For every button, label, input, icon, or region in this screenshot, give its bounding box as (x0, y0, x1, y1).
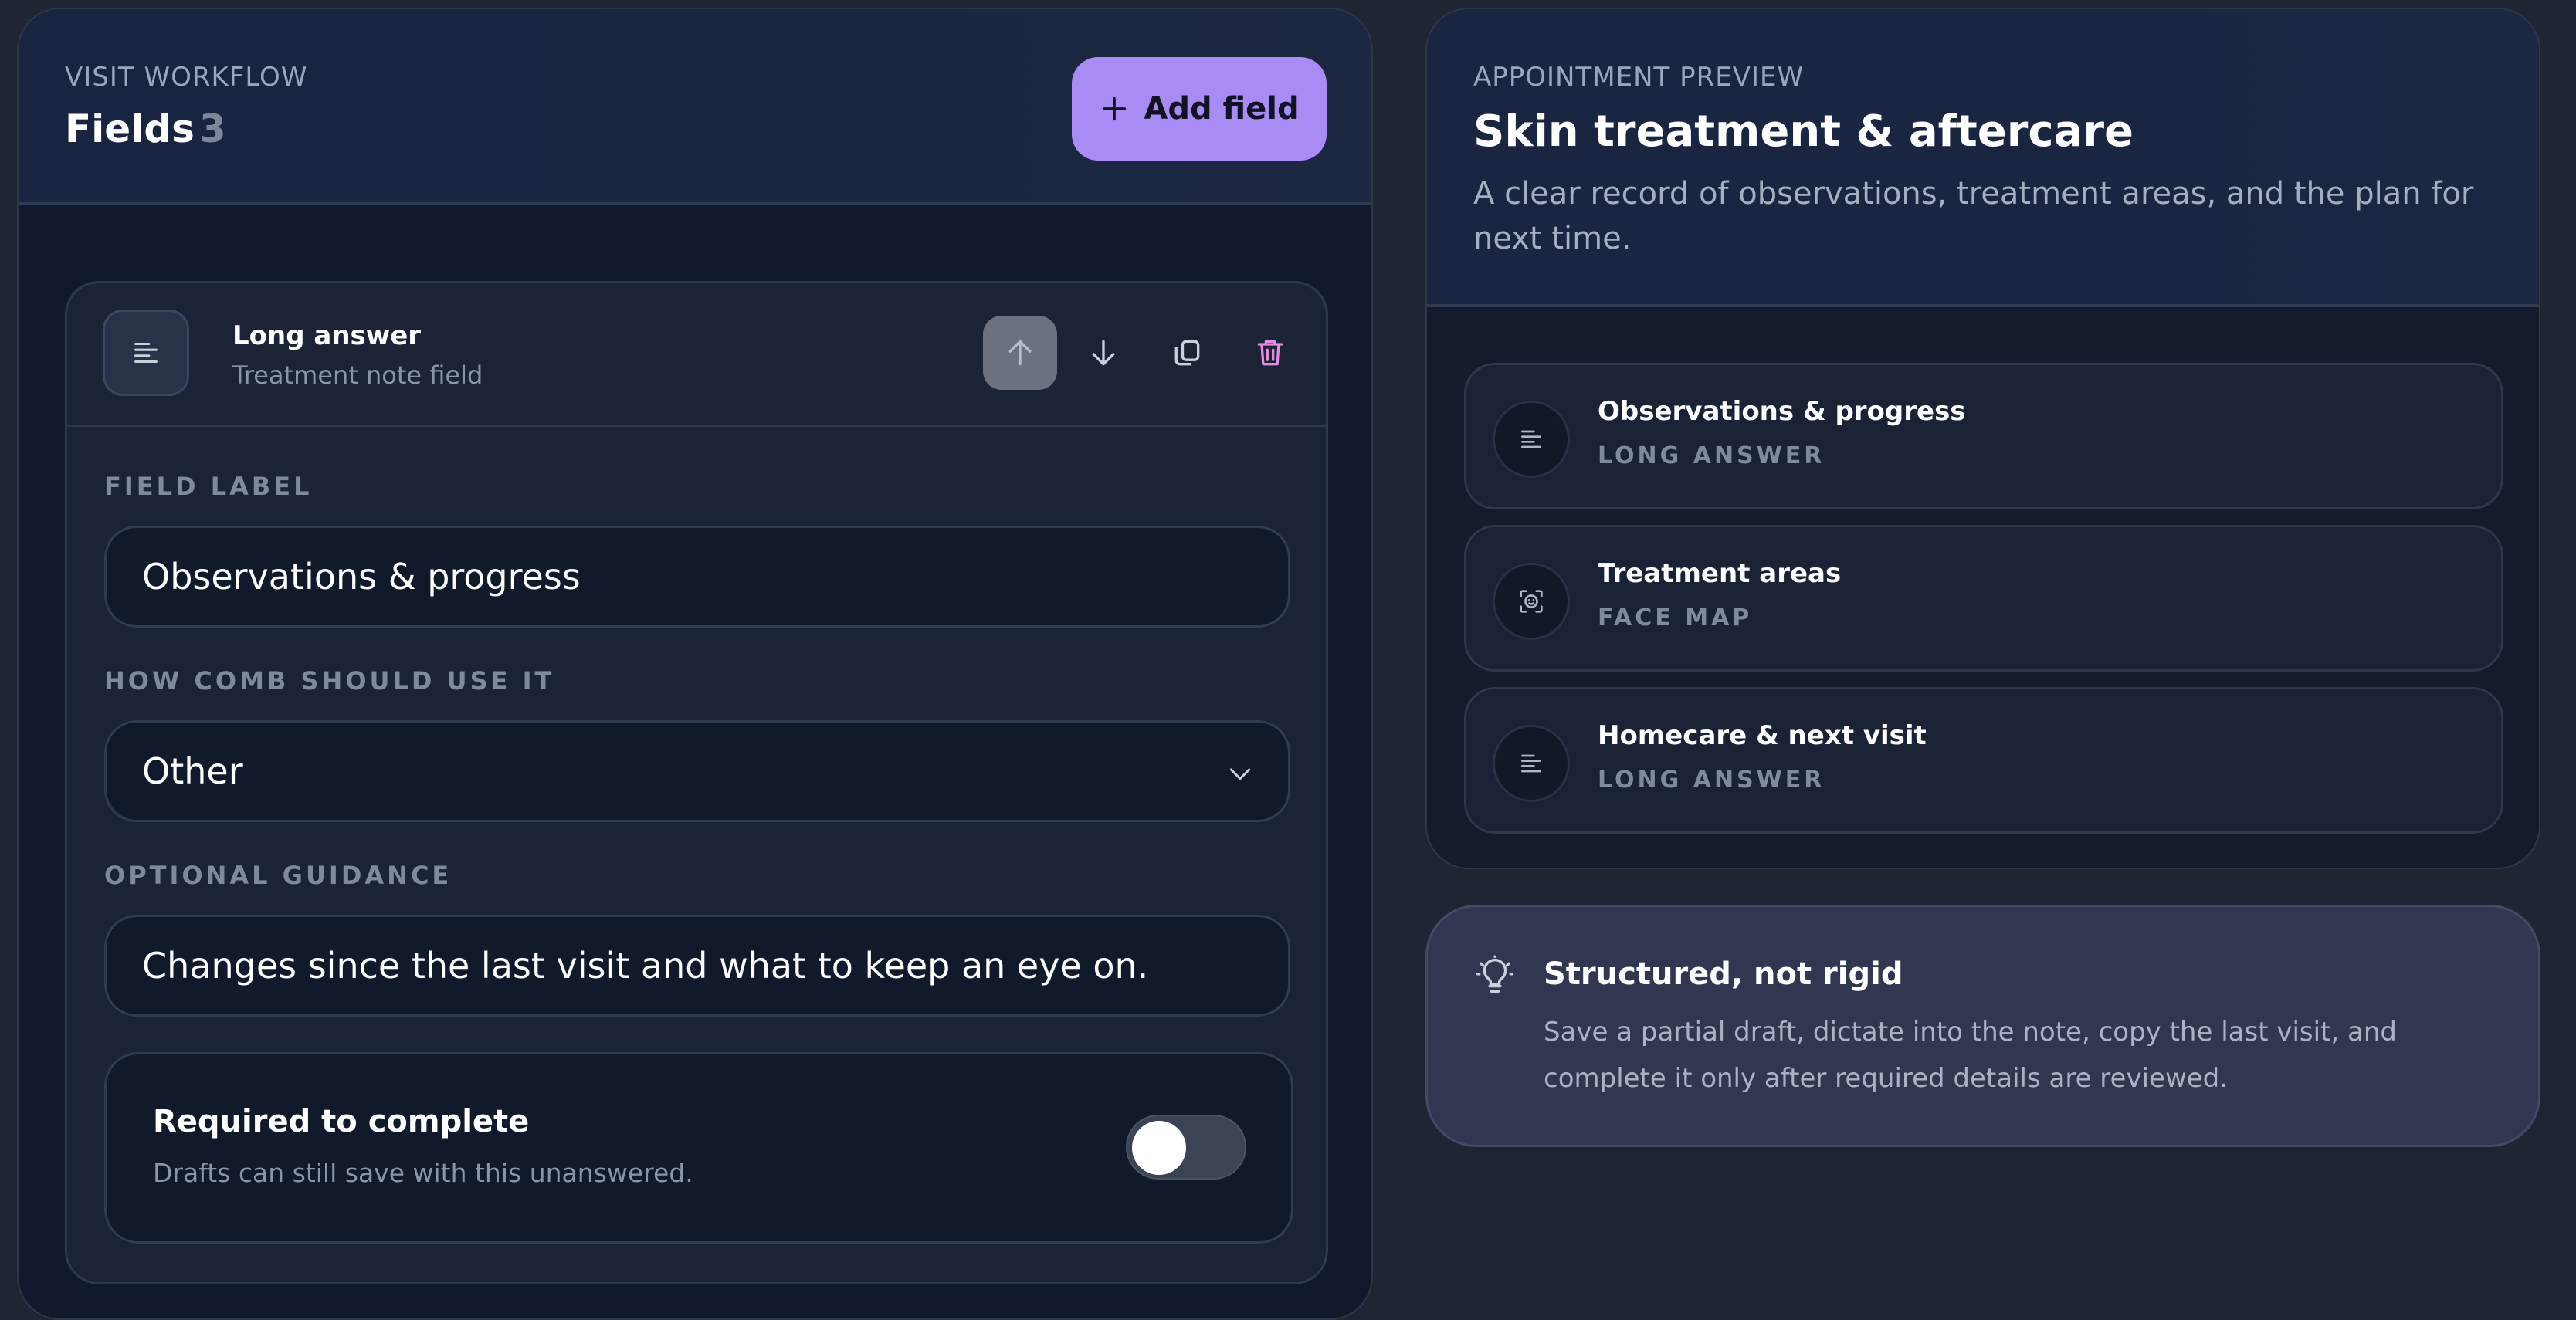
add-field-label: Add field (1144, 91, 1300, 127)
long-answer-type-icon (103, 310, 189, 396)
appointment-preview-panel: APPOINTMENT PREVIEW Skin treatment & aft… (1425, 8, 2540, 869)
required-subtitle: Drafts can still save with this unanswer… (153, 1158, 693, 1188)
preview-item-title: Homecare & next visit (1598, 720, 1927, 751)
field-type-subtitle: Treatment note field (232, 360, 483, 390)
fields-header: VISIT WORKFLOW Fields 3 Add field (19, 9, 1371, 205)
plus-icon (1103, 96, 1127, 121)
field-editor-card: Long answer Treatment note field FIELD L… (65, 281, 1328, 1284)
field-label-caption: FIELD LABEL (104, 472, 313, 501)
fields-title: Fields 3 (65, 107, 226, 151)
move-up-button[interactable] (983, 316, 1057, 390)
move-down-button[interactable] (1066, 316, 1141, 390)
text-lines-icon (134, 342, 158, 364)
preview-item-title: Treatment areas (1598, 558, 1842, 589)
preview-header: APPOINTMENT PREVIEW Skin treatment & aft… (1427, 9, 2539, 307)
arrow-down-icon (1092, 340, 1115, 366)
preview-description: A clear record of observations, treatmen… (1473, 176, 2474, 256)
field-label-input[interactable]: Observations & progress (104, 526, 1290, 628)
preview-item-icon (1493, 563, 1570, 640)
tip-title: Structured, not rigid (1544, 956, 1903, 992)
preview-item-type: LONG ANSWER (1598, 767, 1825, 794)
tip-card: Structured, not rigid Save a partial dra… (1425, 905, 2540, 1147)
guidance-value: Changes since the last visit and what to… (142, 945, 1149, 987)
add-field-button[interactable]: Add field (1072, 57, 1327, 161)
preview-item-icon (1493, 401, 1570, 478)
required-toggle[interactable] (1126, 1115, 1246, 1180)
text-lines-icon (1521, 430, 1541, 448)
fields-title-text: Fields (65, 107, 195, 151)
delete-button[interactable] (1233, 316, 1307, 390)
arrow-up-icon (1008, 340, 1032, 366)
usage-select-value: Other (142, 750, 243, 792)
tip-body: Save a partial draft, dictate into the n… (1544, 1017, 2397, 1094)
preview-item[interactable]: Observations & progress LONG ANSWER (1464, 363, 2503, 509)
guidance-input[interactable]: Changes since the last visit and what to… (104, 915, 1290, 1017)
preview-item[interactable]: Treatment areas FACE MAP (1464, 525, 2503, 672)
workflow-eyebrow: VISIT WORKFLOW (65, 62, 308, 93)
preview-item-type: LONG ANSWER (1598, 442, 1825, 469)
usage-caption: HOW COMB SHOULD USE IT (104, 666, 555, 696)
guidance-caption: OPTIONAL GUIDANCE (104, 861, 452, 890)
toggle-knob (1132, 1121, 1186, 1175)
duplicate-button[interactable] (1150, 316, 1224, 390)
copy-icon (1174, 340, 1200, 366)
face-scan-icon (1520, 590, 1543, 613)
usage-select[interactable]: Other (104, 720, 1290, 822)
preview-item-type: FACE MAP (1598, 604, 1753, 631)
field-type-title: Long answer (232, 320, 422, 351)
preview-item[interactable]: Homecare & next visit LONG ANSWER (1464, 687, 2503, 834)
text-lines-icon (1521, 754, 1541, 773)
preview-item-title: Observations & progress (1598, 396, 1966, 427)
trash-icon (1257, 340, 1283, 366)
field-card-header: Long answer Treatment note field (67, 283, 1326, 427)
fields-count: 3 (198, 107, 226, 151)
preview-eyebrow: APPOINTMENT PREVIEW (1473, 62, 1805, 93)
preview-item-icon (1493, 725, 1570, 802)
fields-panel: VISIT WORKFLOW Fields 3 Add field Long an… (17, 8, 1373, 1320)
field-label-value: Observations & progress (142, 556, 581, 597)
lightbulb-icon (1476, 955, 1514, 993)
required-setting: Required to complete Drafts can still sa… (104, 1052, 1293, 1244)
chevron-down-icon (1229, 768, 1251, 780)
required-title: Required to complete (153, 1104, 530, 1139)
preview-title: Skin treatment & aftercare (1473, 107, 2134, 157)
